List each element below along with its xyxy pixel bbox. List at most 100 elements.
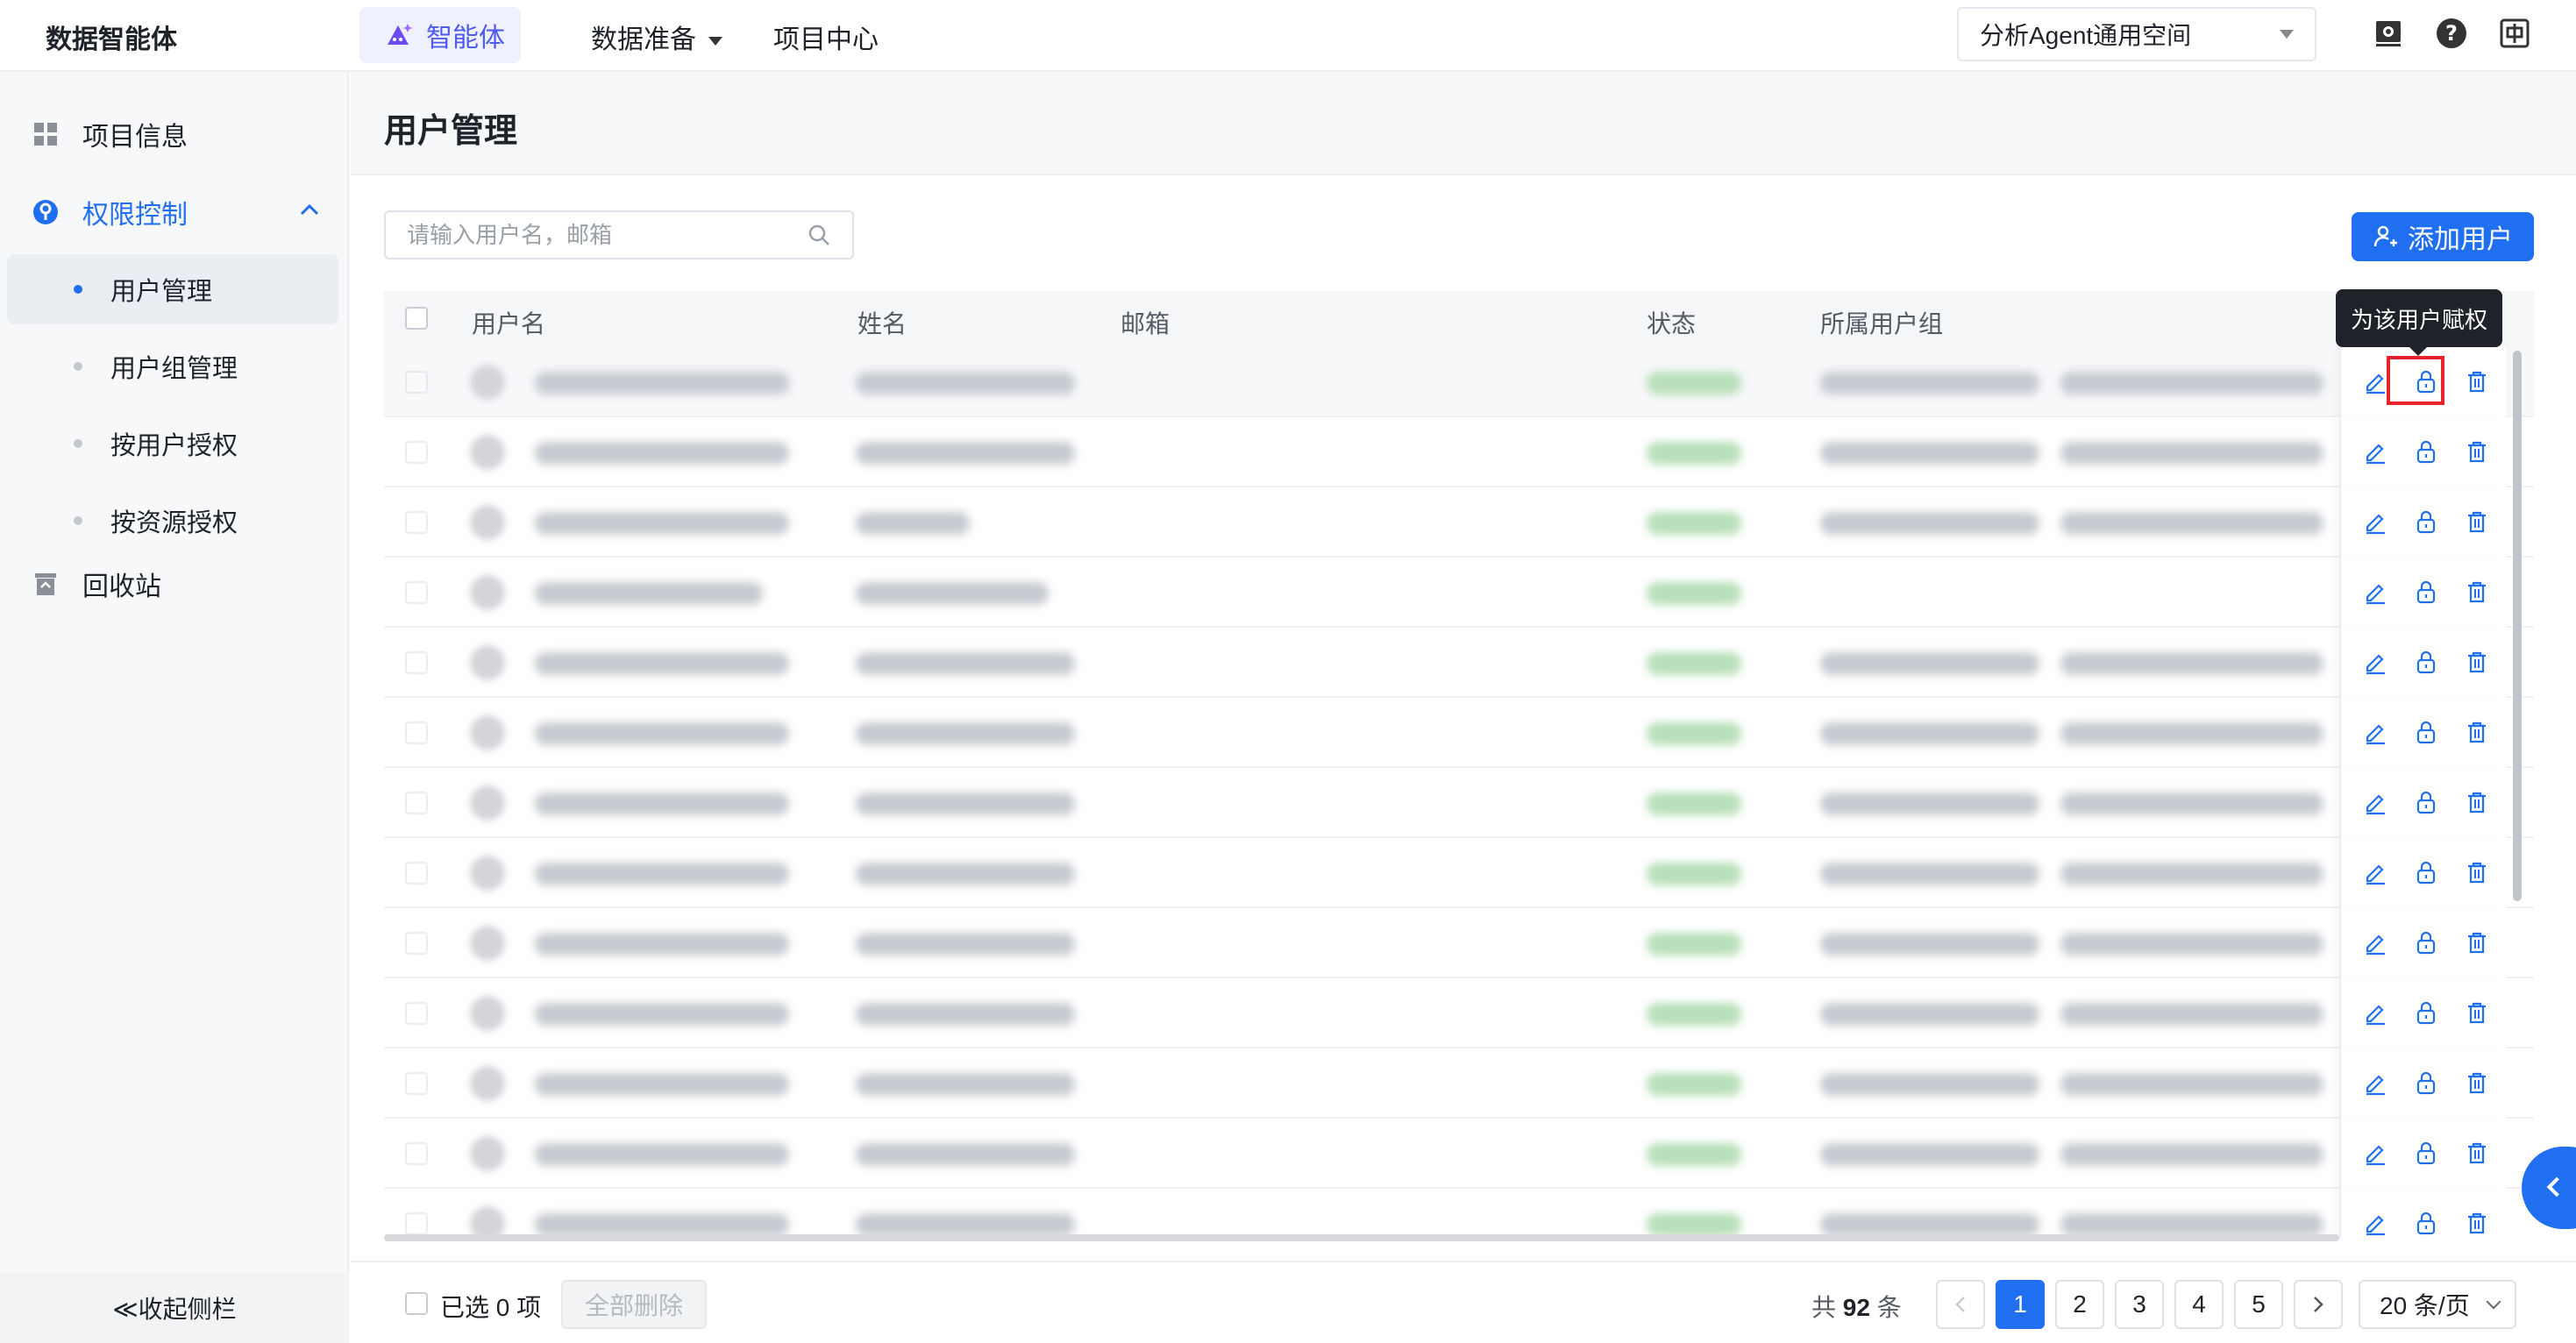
grant-permission-lock-icon[interactable] [2413, 438, 2439, 465]
delete-icon[interactable] [2464, 649, 2490, 675]
delete-icon[interactable] [2464, 1069, 2490, 1096]
row-checkbox[interactable] [405, 1142, 428, 1165]
grant-permission-lock-icon[interactable] [2413, 929, 2439, 956]
table-row[interactable] [384, 698, 2534, 768]
next-page-button[interactable] [2294, 1280, 2343, 1329]
help-icon[interactable]: ? [2434, 16, 2469, 51]
row-checkbox[interactable] [405, 511, 428, 534]
table-row[interactable] [384, 558, 2534, 628]
edit-icon[interactable] [2362, 508, 2388, 535]
table-row[interactable] [384, 978, 2534, 1048]
nav-project-center[interactable]: 项目中心 [773, 18, 879, 56]
row-checkbox[interactable] [405, 651, 428, 674]
chevron-up-icon[interactable] [300, 203, 319, 216]
collapse-sidebar-button[interactable]: ≪收起侧栏 [0, 1273, 349, 1343]
delete-icon[interactable] [2464, 929, 2490, 956]
delete-icon[interactable] [2464, 999, 2490, 1026]
page-button-1[interactable]: 1 [1996, 1280, 2045, 1329]
table-row[interactable] [384, 417, 2534, 487]
search-icon[interactable] [807, 223, 831, 247]
edit-icon[interactable] [2362, 368, 2388, 394]
table-row[interactable] [384, 1048, 2534, 1119]
grant-permission-lock-icon[interactable] [2413, 1069, 2439, 1096]
table-row[interactable] [384, 487, 2534, 558]
grant-permission-lock-icon[interactable] [2413, 1210, 2439, 1236]
edit-icon[interactable] [2362, 438, 2388, 465]
table-row[interactable] [384, 768, 2534, 838]
edit-icon[interactable] [2362, 859, 2388, 885]
row-checkbox[interactable] [405, 1072, 428, 1095]
row-checkbox[interactable] [405, 1212, 428, 1235]
edit-icon[interactable] [2362, 1210, 2388, 1236]
page-button-3[interactable]: 3 [2115, 1280, 2164, 1329]
sidebar-item-permission-control[interactable]: 权限控制 [0, 177, 349, 247]
delete-icon[interactable] [2464, 508, 2490, 535]
edit-icon[interactable] [2362, 719, 2388, 745]
table-row[interactable] [384, 347, 2534, 417]
column-header-email[interactable]: 邮箱 [1121, 305, 1170, 340]
table-horizontal-scrollbar[interactable] [384, 1234, 2339, 1241]
column-header-user-group[interactable]: 所属用户组 [1820, 305, 1943, 340]
delete-icon[interactable] [2464, 368, 2490, 394]
page-size-select[interactable]: 20 条/页 [2359, 1280, 2516, 1329]
grant-permission-lock-icon[interactable] [2413, 508, 2439, 535]
delete-icon[interactable] [2464, 579, 2490, 605]
table-row[interactable] [384, 1119, 2534, 1189]
row-checkbox[interactable] [405, 792, 428, 814]
row-checkbox[interactable] [405, 1002, 428, 1025]
table-row[interactable] [384, 908, 2534, 978]
page-button-2[interactable]: 2 [2055, 1280, 2104, 1329]
workspace-select[interactable]: 分析Agent通用空间 [1957, 7, 2316, 61]
sidebar-subitem-grant-by-resource[interactable]: 按资源授权 [7, 486, 338, 556]
delete-icon[interactable] [2464, 1210, 2490, 1236]
delete-icon[interactable] [2464, 789, 2490, 815]
row-checkbox[interactable] [405, 581, 428, 604]
language-icon[interactable] [2497, 16, 2532, 51]
table-vertical-scrollbar[interactable] [2513, 351, 2522, 901]
row-checkbox[interactable] [405, 441, 428, 464]
select-page-checkbox[interactable] [405, 1292, 428, 1315]
edit-icon[interactable] [2362, 929, 2388, 956]
table-row[interactable] [384, 838, 2534, 908]
row-checkbox[interactable] [405, 862, 428, 885]
sidebar-subitem-group-management[interactable]: 用户组管理 [7, 331, 338, 401]
delete-icon[interactable] [2464, 438, 2490, 465]
add-user-button[interactable]: 添加用户 [2352, 212, 2534, 261]
grant-permission-lock-icon[interactable] [2413, 719, 2439, 745]
delete-icon[interactable] [2464, 719, 2490, 745]
table-row[interactable] [384, 628, 2534, 698]
grant-permission-lock-icon[interactable] [2413, 859, 2439, 885]
grant-permission-lock-icon[interactable] [2413, 649, 2439, 675]
nav-data-prep-menu[interactable]: 数据准备 [591, 18, 722, 56]
delete-all-button[interactable]: 全部删除 [561, 1280, 707, 1329]
page-button-5[interactable]: 5 [2234, 1280, 2283, 1329]
column-header-name[interactable]: 姓名 [857, 305, 907, 340]
sidebar-item-project-info[interactable]: 项目信息 [0, 99, 349, 169]
search-input[interactable] [407, 221, 807, 249]
grant-permission-lock-icon[interactable] [2413, 1140, 2439, 1166]
sidebar-item-recycle-bin[interactable]: 回收站 [0, 549, 349, 619]
delete-icon[interactable] [2464, 859, 2490, 885]
grant-permission-lock-icon[interactable] [2413, 999, 2439, 1026]
settings-icon[interactable] [2371, 16, 2406, 51]
delete-icon[interactable] [2464, 1140, 2490, 1166]
table-row[interactable] [384, 1189, 2534, 1238]
select-all-checkbox[interactable] [405, 307, 428, 330]
column-header-status[interactable]: 状态 [1647, 305, 1696, 340]
edit-icon[interactable] [2362, 1069, 2388, 1096]
edit-icon[interactable] [2362, 789, 2388, 815]
page-button-4[interactable]: 4 [2174, 1280, 2224, 1329]
edit-icon[interactable] [2362, 649, 2388, 675]
prev-page-button[interactable] [1936, 1280, 1985, 1329]
sidebar-subitem-user-management[interactable]: 用户管理 [7, 254, 338, 324]
sidebar-subitem-grant-by-user[interactable]: 按用户授权 [7, 409, 338, 479]
edit-icon[interactable] [2362, 999, 2388, 1026]
nav-agent-tab[interactable]: 智能体 [359, 7, 521, 63]
edit-icon[interactable] [2362, 1140, 2388, 1166]
column-header-username[interactable]: 用户名 [472, 305, 545, 340]
row-checkbox[interactable] [405, 721, 428, 744]
grant-permission-lock-icon[interactable] [2413, 579, 2439, 605]
grant-permission-lock-icon[interactable] [2413, 789, 2439, 815]
row-checkbox[interactable] [405, 932, 428, 955]
row-checkbox[interactable] [405, 371, 428, 394]
